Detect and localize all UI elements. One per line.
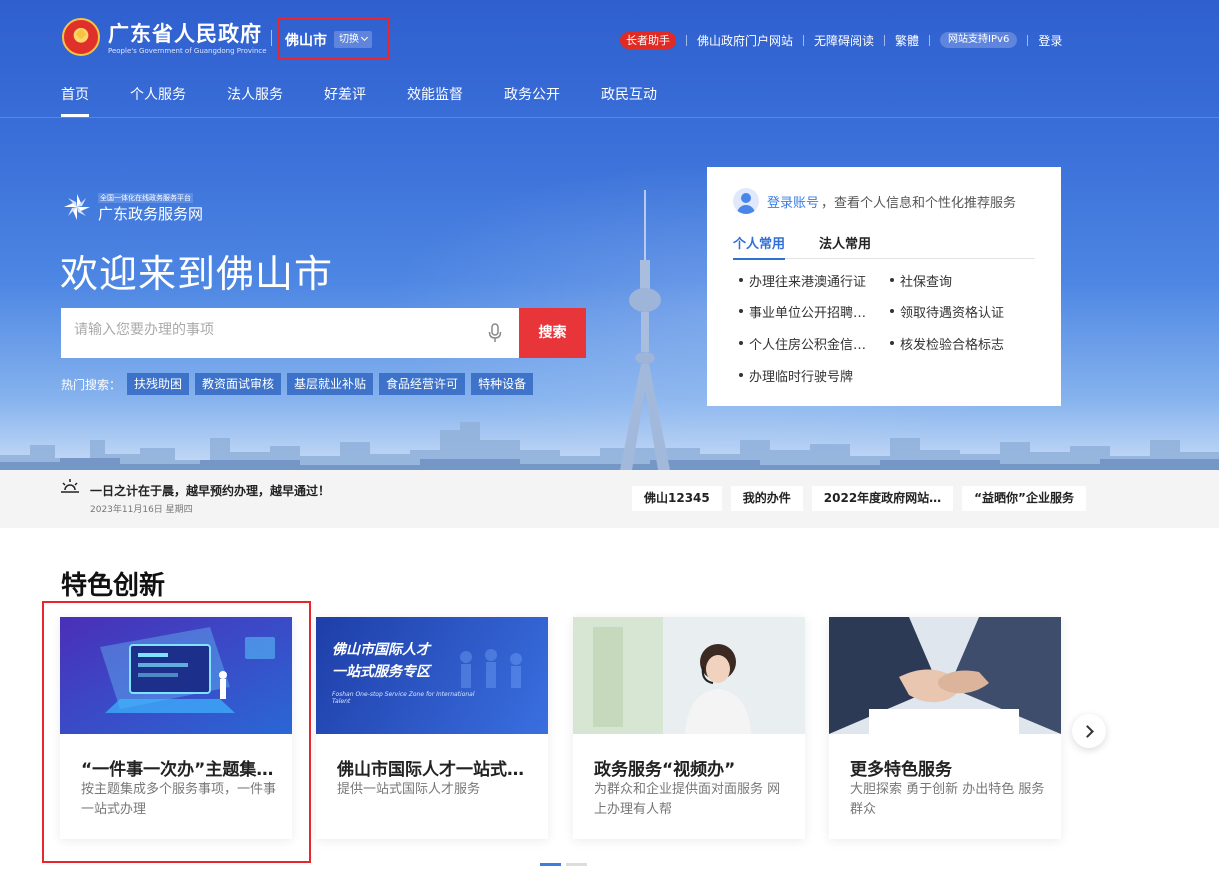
site-subtitle: People's Government of Guangdong Provinc… — [108, 47, 267, 55]
card-desc: 大胆探索 勇于创新 办出特色 服务群众 — [850, 782, 1045, 817]
card-title: 佛山市国际人才一站式… — [337, 760, 524, 780]
current-city[interactable]: 佛山市 — [285, 30, 327, 50]
portal-link[interactable]: 佛山政府门户网站 — [697, 32, 793, 49]
welcome-heading: 欢迎来到佛山市 — [60, 252, 334, 296]
card-image-text: 佛山市国际人才 — [332, 642, 430, 658]
card-desc: 为群众和企业提供面对面服务 网上办理有人帮 — [594, 782, 781, 817]
service-link[interactable]: 办理临时行驶号牌 — [738, 366, 853, 385]
quick-links: 佛山12345 我的办件 2022年度政府网站… “益晒你”企业服务 — [632, 486, 1095, 511]
card-image: 佛山市国际人才 一站式服务专区 Foshan One-stop Service … — [316, 617, 548, 734]
hot-search-tag[interactable]: 食品经营许可 — [379, 373, 466, 395]
hot-search-tag[interactable]: 基层就业补贴 — [287, 373, 374, 395]
national-emblem-logo[interactable] — [62, 18, 100, 56]
card-highlight — [42, 601, 311, 863]
sunrise-icon — [61, 479, 79, 493]
nav-corporate-services[interactable]: 法人服务 — [227, 84, 283, 117]
quick-link-annual-report[interactable]: 2022年度政府网站… — [811, 486, 954, 511]
quick-link-12345[interactable]: 佛山12345 — [632, 486, 722, 511]
hot-search-tag[interactable]: 教资面试审核 — [195, 373, 282, 395]
login-account-link[interactable]: 登录账号 — [767, 192, 819, 211]
divider — [271, 30, 272, 46]
service-link[interactable]: 核发检验合格标志 — [889, 334, 1004, 353]
accessible-reading-link[interactable]: 无障碍阅读 — [814, 32, 874, 49]
service-link[interactable]: 办理往来港澳通行证 — [738, 271, 866, 290]
service-link[interactable]: 个人住房公积金信… — [738, 334, 866, 353]
hot-search-tag[interactable]: 扶残助困 — [127, 373, 190, 395]
nav-divider — [0, 117, 1219, 118]
hot-search-tags: 扶残助困 教资面试审核 基层就业补贴 食品经营许可 特种设备 — [127, 373, 539, 395]
traditional-chinese-link[interactable]: 繁體 — [895, 32, 919, 49]
notice-text: 一日之计在于晨，越早预约办理，越早通过！ — [90, 484, 331, 498]
login-tip: ，查看个人信息和个性化推荐服务 — [821, 196, 1017, 211]
nav-government-affairs[interactable]: 政务公开 — [504, 84, 560, 117]
elder-assistant-link[interactable]: 长者助手 — [620, 31, 676, 49]
hot-search-tag[interactable]: 特种设备 — [471, 373, 534, 395]
service-link[interactable]: 社保查询 — [889, 271, 952, 290]
quick-link-my-cases[interactable]: 我的办件 — [730, 486, 803, 511]
city-switch-button[interactable]: 切换 — [334, 31, 372, 48]
card-title: 政务服务“视频办” — [594, 760, 736, 780]
carousel-dot[interactable] — [566, 863, 587, 866]
platform-logo-icon — [64, 194, 90, 220]
search-input[interactable] — [74, 322, 474, 338]
nav-home[interactable]: 首页 — [61, 84, 89, 117]
main-nav: 首页 个人服务 法人服务 好差评 效能监督 政务公开 政民互动 — [61, 84, 698, 117]
search-button[interactable]: 搜索 — [519, 308, 586, 358]
feature-card[interactable]: 佛山市国际人才 一站式服务专区 Foshan One-stop Service … — [316, 617, 548, 839]
service-tabs: 个人常用 法人常用 — [733, 233, 1035, 260]
card-image-text: 一站式服务专区 — [332, 664, 430, 680]
service-link[interactable]: 领取待遇资格认证 — [889, 302, 1004, 321]
carousel-dot[interactable] — [540, 863, 561, 866]
nav-interaction[interactable]: 政民互动 — [601, 84, 657, 117]
tv-tower-image — [620, 190, 670, 470]
site-title[interactable]: 广东省人民政府 — [108, 18, 262, 48]
platform-name: 广东政务服务网 — [98, 205, 204, 223]
feature-card[interactable]: 更多特色服务 大胆探索 勇于创新 办出特色 服务群众 — [829, 617, 1061, 839]
login-panel: 登录账号 ，查看个人信息和个性化推荐服务 个人常用 法人常用 办理往来港澳通行证… — [707, 167, 1061, 406]
card-desc: 提供一站式国际人才服务 — [337, 782, 481, 797]
nav-efficiency-supervision[interactable]: 效能监督 — [407, 84, 463, 117]
microphone-icon[interactable] — [488, 323, 502, 343]
card-image — [829, 617, 1061, 734]
notice-date: 2023年11月16日 星期四 — [90, 505, 193, 515]
ipv6-badge: 网站支持IPv6 — [940, 32, 1018, 48]
city-switch-label: 切换 — [339, 34, 359, 45]
chevron-down-icon — [360, 33, 369, 42]
service-link[interactable]: 事业单位公开招聘… — [738, 302, 866, 321]
login-link[interactable]: 登录 — [1038, 32, 1062, 49]
user-avatar-icon — [733, 188, 759, 214]
section-title: 特色创新 — [61, 571, 166, 601]
carousel-next-button[interactable] — [1072, 714, 1106, 748]
card-image-text: Foshan One-stop Service Zone for Interna… — [332, 691, 475, 705]
hot-search-label: 热门搜索： — [61, 378, 122, 392]
feature-card[interactable]: 政务服务“视频办” 为群众和企业提供面对面服务 网上办理有人帮 — [573, 617, 805, 839]
card-image — [573, 617, 805, 734]
tab-personal-common[interactable]: 个人常用 — [733, 233, 786, 260]
card-title: 更多特色服务 — [850, 760, 952, 780]
nav-personal-services[interactable]: 个人服务 — [130, 84, 186, 117]
search-box — [61, 308, 519, 358]
tab-corporate-common[interactable]: 法人常用 — [819, 233, 871, 259]
top-links: 长者助手 佛山政府门户网站 无障碍阅读 繁體 网站支持IPv6 登录 — [620, 31, 1062, 49]
carousel-dots — [540, 863, 592, 866]
platform-tagline: 全国一体化在线政务服务平台 — [98, 193, 193, 203]
nav-evaluation[interactable]: 好差评 — [324, 84, 366, 117]
quick-link-enterprise-service[interactable]: “益晒你”企业服务 — [962, 486, 1086, 511]
